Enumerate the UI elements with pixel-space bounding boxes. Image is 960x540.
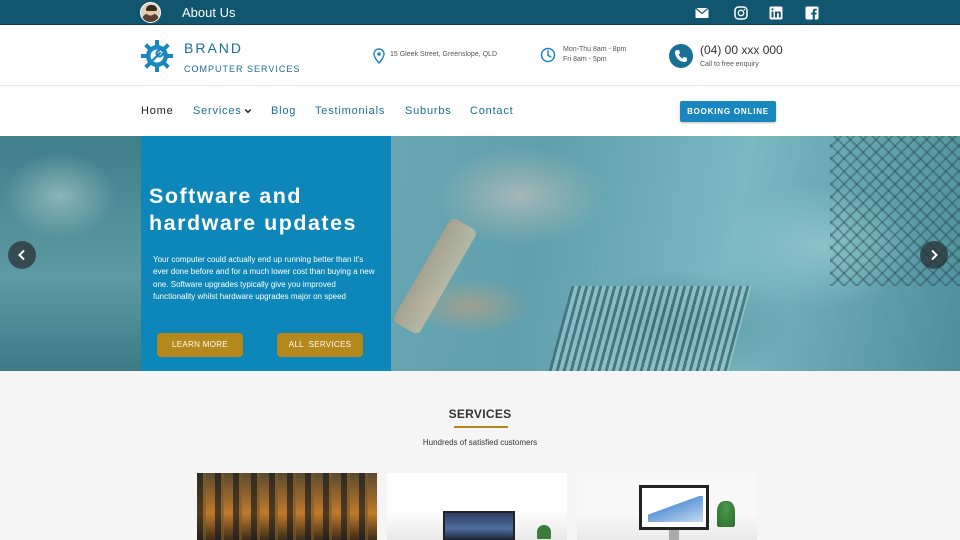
hero-description: Your computer could actually end up runn… bbox=[153, 255, 375, 301]
slider-prev-icon[interactable] bbox=[8, 241, 36, 269]
nav-services-label: Services bbox=[193, 105, 242, 117]
hero-title: Software and hardware updates bbox=[149, 184, 357, 235]
clock-icon bbox=[540, 47, 556, 63]
map-pin-icon bbox=[371, 48, 387, 64]
plant-image bbox=[717, 501, 735, 527]
nav-blog[interactable]: Blog bbox=[271, 105, 296, 117]
nav-contact[interactable]: Contact bbox=[470, 105, 514, 117]
hero-image-probe bbox=[392, 216, 478, 336]
facebook-icon[interactable] bbox=[805, 6, 819, 20]
monitor-image bbox=[639, 485, 709, 530]
linkedin-icon[interactable] bbox=[769, 6, 783, 20]
services-title-underline bbox=[454, 426, 508, 428]
brand-name[interactable]: BRAND bbox=[184, 40, 243, 56]
main-nav: Home Services Blog Testimonials Suburbs … bbox=[0, 86, 960, 136]
nav-home[interactable]: Home bbox=[141, 105, 174, 117]
hero-image-heatsink bbox=[548, 286, 752, 371]
monitor-image bbox=[443, 511, 515, 540]
chevron-down-icon bbox=[244, 109, 251, 114]
all-services-button[interactable]: ALL SERVICES bbox=[277, 333, 363, 357]
mail-icon[interactable] bbox=[695, 6, 709, 20]
top-bar: About Us bbox=[0, 0, 960, 25]
service-card-hardware[interactable] bbox=[197, 473, 377, 540]
nav-testimonials[interactable]: Testimonials bbox=[315, 105, 385, 117]
nav-services[interactable]: Services bbox=[193, 105, 252, 117]
slider-next-icon[interactable] bbox=[920, 241, 948, 269]
avatar bbox=[140, 2, 161, 23]
monitor-stand bbox=[669, 530, 679, 540]
site-header: BRAND COMPUTER SERVICES 15 Gleek Street,… bbox=[0, 26, 960, 86]
gear-wrench-logo-icon[interactable] bbox=[140, 39, 174, 73]
phone-caption: Call to free enquiry bbox=[700, 61, 759, 68]
graph-image bbox=[648, 496, 703, 522]
about-us-link[interactable]: About Us bbox=[182, 5, 235, 20]
plant-image bbox=[537, 525, 551, 539]
nav-suburbs[interactable]: Suburbs bbox=[405, 105, 452, 117]
address-text: 15 Gleek Street, Greenslope, QLD bbox=[390, 51, 497, 58]
brand-tagline: COMPUTER SERVICES bbox=[184, 64, 301, 74]
services-subtitle: Hundreds of satisfied customers bbox=[422, 438, 538, 447]
service-card-analytics[interactable] bbox=[577, 473, 757, 540]
phone-icon[interactable] bbox=[669, 44, 693, 68]
instagram-icon[interactable] bbox=[734, 6, 748, 20]
service-card-desktop[interactable] bbox=[387, 473, 567, 540]
hours-friday: Fri 8am - 5pm bbox=[563, 56, 607, 63]
learn-more-button[interactable]: LEARN MORE bbox=[157, 333, 243, 357]
hours-weekday: Mon-Thu 8am - 8pm bbox=[563, 46, 627, 53]
hero-slider: Software and hardware updates Your compu… bbox=[0, 136, 960, 371]
services-title: SERVICES bbox=[448, 407, 512, 421]
booking-online-button[interactable]: BOOKING ONLINE bbox=[680, 101, 776, 122]
phone-number[interactable]: (04) 00 xxx 000 bbox=[700, 43, 783, 57]
services-section: SERVICES Hundreds of satisfied customers bbox=[0, 371, 960, 540]
